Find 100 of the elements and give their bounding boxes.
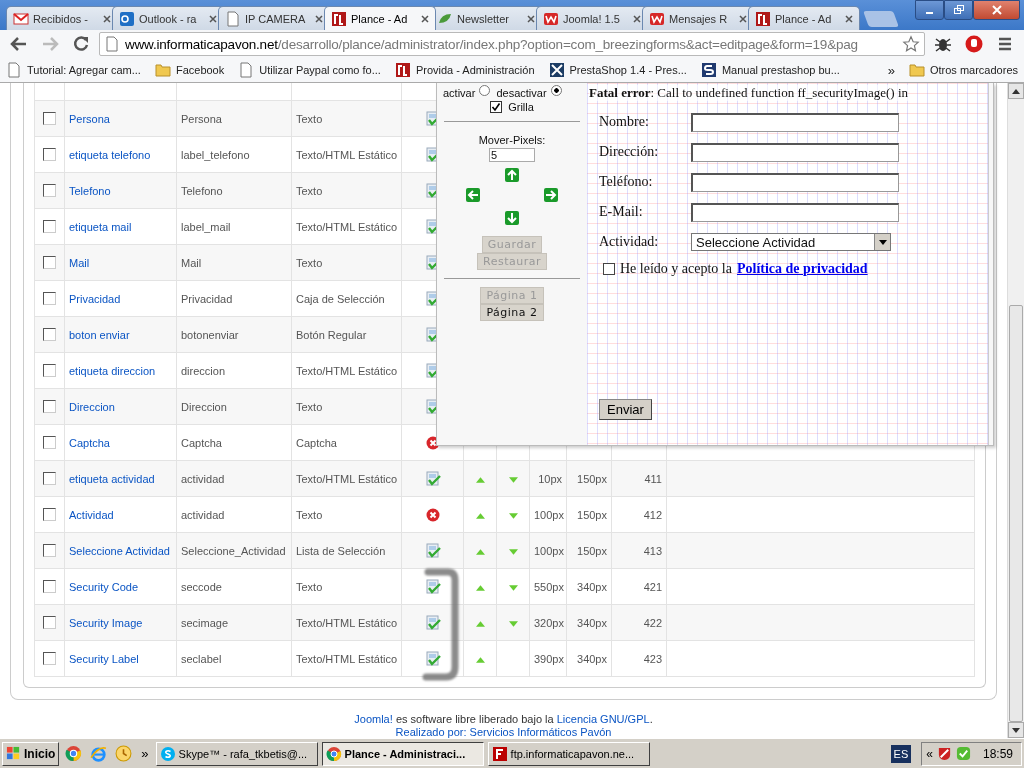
taskbar-button[interactable]: ftp.informaticapavon.ne... [487,741,650,766]
field-link[interactable]: boton enviar [69,328,130,341]
joomla-link[interactable]: Joomla! [354,713,393,725]
mode-radio[interactable] [550,84,562,96]
input-field[interactable] [691,112,899,132]
license-link[interactable]: Licencia GNU/GPL [556,713,650,725]
address-bar[interactable]: www.informaticapavon.net/desarrollo/plance/administrator/index.php?option=com_breezingforms&act=editpage&form=19&pag [99,32,925,56]
row-checkbox[interactable] [43,328,56,342]
field-link[interactable]: Persona [69,112,110,125]
table-cell: 100px [534,508,564,521]
stop-icon[interactable] [964,34,984,54]
close-icon[interactable] [315,14,323,23]
published-icon[interactable] [424,650,441,667]
field-link[interactable]: Telefono [69,184,111,197]
check-icon[interactable] [955,746,971,761]
close-icon[interactable] [103,14,111,23]
row-checkbox[interactable] [43,292,56,306]
table-cell: 412 [643,508,662,521]
field-link[interactable]: etiqueta mail [69,220,132,233]
published-icon[interactable] [424,614,441,631]
input-field[interactable] [691,142,899,162]
bookmark[interactable]: PrestaShop 1.4 - Pres... [569,64,687,76]
taskbar-button[interactable]: Plance - Administraci... [321,741,484,766]
row-checkbox[interactable] [43,184,56,198]
table-cell: 100px [534,544,564,557]
more-bookmarks-button[interactable]: » [887,62,895,78]
published-icon[interactable] [424,542,441,559]
reload-icon[interactable] [71,34,91,54]
row-checkbox[interactable] [43,616,56,630]
language-indicator[interactable]: ES [890,744,912,763]
table-cell: actividad [181,472,225,485]
bookmark[interactable]: Provida - Administración [415,64,535,76]
mode-radio[interactable] [479,84,491,96]
browser-tab[interactable]: Plance - Ad [324,6,436,30]
submit-button[interactable]: Enviar [599,399,652,420]
row-checkbox[interactable] [43,436,56,450]
row-checkbox[interactable] [43,544,56,558]
bookmark[interactable]: Manual prestashop bu... [721,64,840,76]
close-icon[interactable] [633,14,641,23]
chrome-icon[interactable] [65,745,83,762]
row-checkbox[interactable] [43,472,56,486]
row-checkbox[interactable] [43,112,56,126]
row-checkbox[interactable] [43,508,56,522]
bookmark[interactable]: Facebook [175,64,225,76]
unpublished-icon[interactable] [424,506,441,523]
close-icon[interactable] [209,14,217,23]
chrome-icon [325,745,342,762]
credit-link[interactable]: Realizado por: Servicios Informáticos Pavón [395,726,612,738]
more-button[interactable]: » [141,746,149,761]
grid-checkbox[interactable] [490,101,503,113]
start-button[interactable]: Inicio [2,741,60,766]
row-checkbox[interactable] [43,580,56,594]
table-cell: 150px [577,544,607,557]
row-checkbox[interactable] [43,148,56,162]
close-icon[interactable] [845,14,853,23]
row-checkbox[interactable] [43,652,56,666]
privacy-link[interactable]: Política de privacidad [736,261,868,277]
privacy-checkbox[interactable] [603,263,615,275]
bookmark-folder[interactable]: Otros marcadores [929,64,1018,76]
arrow-right-icon[interactable] [544,188,558,202]
row-checkbox[interactable] [43,220,56,234]
input-field[interactable] [691,172,899,192]
scroll-down-icon[interactable] [1012,727,1020,733]
close-icon[interactable] [739,14,747,23]
tray-expand-button[interactable]: « [926,746,933,761]
field-link[interactable]: Captcha [69,436,110,449]
table-cell: 340px [577,580,607,593]
select-field[interactable]: Seleccione Actividad [691,233,891,251]
input-field[interactable] [691,202,899,222]
table-cell: Botón Regular [296,328,367,341]
move-pixels-label: Mover-Pixels: [478,134,546,146]
pixels-input[interactable]: 5 [489,148,535,162]
field-link[interactable]: Mail [69,256,90,269]
page-button[interactable]: Página 2 [480,304,544,321]
taskbar-button[interactable]: Skype™ - rafa_tkbetis@... [155,741,318,766]
browser-tab[interactable]: Plance - Ad [748,6,860,30]
close-icon[interactable] [527,14,535,23]
arrow-up-icon[interactable] [505,168,519,182]
arrow-down-icon[interactable] [505,211,519,225]
table-cell: 150px [577,508,607,521]
restore-icon[interactable] [952,4,965,16]
scroll-thumb[interactable] [1009,305,1023,722]
shield-icon[interactable] [936,746,952,761]
star-icon[interactable] [902,35,920,53]
row-checkbox[interactable] [43,364,56,378]
table-cell: Texto/HTML Estático [296,364,398,377]
scroll-up-icon[interactable] [1012,88,1020,94]
table-cell: 340px [577,616,607,629]
table-cell: Seleccione_Actividad [181,544,286,557]
arrow-left-icon[interactable] [466,188,480,202]
field-link[interactable]: Direccion [69,400,115,413]
close-icon[interactable] [421,14,429,23]
field-link[interactable]: Actividad [69,508,114,521]
field-link[interactable]: Privacidad [69,292,121,305]
bookmark[interactable]: Utilizar Paypal como fo... [259,64,381,76]
row-checkbox[interactable] [43,256,56,270]
published-icon[interactable] [424,578,441,595]
bookmark[interactable]: Tutorial: Agregar cam... [27,64,141,76]
published-icon[interactable] [424,470,441,487]
row-checkbox[interactable] [43,400,56,414]
